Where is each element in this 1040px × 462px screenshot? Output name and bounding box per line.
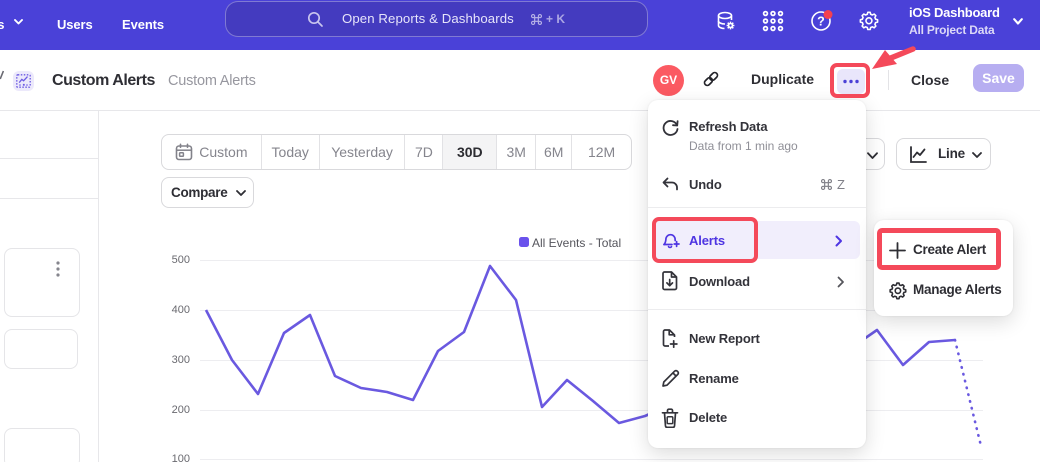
svg-text:?: ? xyxy=(817,15,825,29)
